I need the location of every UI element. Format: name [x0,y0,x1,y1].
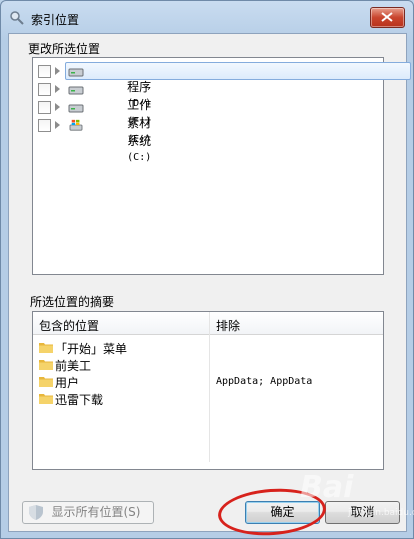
checkbox[interactable] [38,119,51,132]
locations-tree[interactable]: 程序 (D:) 工作 (F:) 素材 (E:) 系统 (C:) [32,57,411,275]
close-button[interactable] [370,7,405,28]
column-header-included[interactable]: 包含的位置 [39,317,99,334]
tree-item-work[interactable]: 工作 (F:) [33,80,383,127]
folder-icon [39,343,53,353]
folder-icon [39,394,53,404]
expand-arrow-icon[interactable] [55,121,60,129]
windows-drive-icon [69,119,83,131]
indexed-locations-dialog: 索引位置 更改所选位置 程序 (D:) 工作 (F:) 素材 (E:) 系统 (… [0,0,414,539]
expand-arrow-icon[interactable] [55,67,60,75]
expand-arrow-icon[interactable] [55,85,60,93]
tree-item-program[interactable]: 程序 (D:) [33,62,411,109]
show-all-label: 显示所有位置(S) [51,505,141,519]
checkbox[interactable] [38,83,51,96]
hard-drive-icon [68,68,84,77]
tree-item-label: 系统 [127,134,152,148]
tree-item-material[interactable]: 素材 (E:) [33,98,383,145]
checkbox[interactable] [38,65,51,78]
summary-label: 所选位置的摘要 [30,295,115,309]
shield-icon [29,505,43,520]
search-index-icon [10,11,24,25]
list-header: 包含的位置 排除 [33,312,383,335]
dialog-body: 更改所选位置 程序 (D:) 工作 (F:) 素材 (E:) 系统 (C:) 所… [8,33,411,532]
change-locations-label: 更改所选位置 [28,42,101,56]
drive-letter: (C:) [127,152,152,163]
included-location: 前美工 [55,359,92,373]
baidu-watermark: Bai [300,470,354,505]
tree-item-system[interactable]: 系统 (C:) [33,116,383,163]
list-item[interactable]: 迅雷下载 [33,390,383,407]
folder-icon [39,360,53,370]
watermark-url: jingyan.baidu.com [348,508,414,518]
list-item[interactable]: 用户 AppData; AppData [33,373,383,390]
list-item[interactable]: 「开始」菜单 [33,339,383,356]
expand-arrow-icon[interactable] [55,103,60,111]
list-item[interactable]: 前美工 [33,356,383,373]
excluded-location: AppData; AppData [216,376,313,387]
title-bar[interactable]: 索引位置 [1,1,413,33]
close-icon [381,12,393,22]
folder-icon [39,377,53,387]
hard-drive-icon [68,104,84,113]
included-location: 用户 [55,376,80,390]
hard-drive-icon [68,86,84,95]
column-header-excluded[interactable]: 排除 [216,317,240,334]
summary-list[interactable]: 包含的位置 排除 「开始」菜单 前美工 用户 AppData; AppData … [32,311,384,470]
included-location: 「开始」菜单 [55,342,128,356]
included-location: 迅雷下载 [55,393,104,407]
show-all-locations-button[interactable]: 显示所有位置(S) [22,501,154,524]
checkbox[interactable] [38,101,51,114]
window-title: 索引位置 [31,13,80,27]
